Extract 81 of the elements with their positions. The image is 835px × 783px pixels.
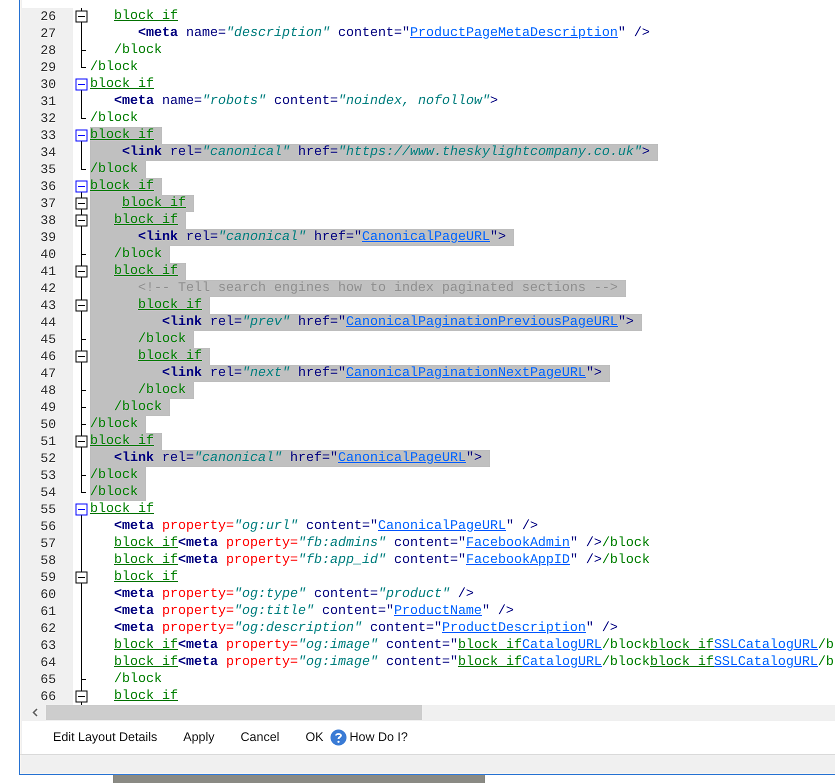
line-number: 36 xyxy=(40,178,56,196)
line-number: 61 xyxy=(40,602,56,621)
line-number: 30 xyxy=(40,76,56,94)
code-line: block if xyxy=(113,569,178,586)
line-number: 58 xyxy=(40,552,56,570)
line-number: 28 xyxy=(40,42,56,60)
line-number: 55 xyxy=(40,500,56,519)
collapse-box-icon[interactable] xyxy=(73,569,90,586)
collapse-box-icon[interactable] xyxy=(73,348,90,365)
line-number: 54 xyxy=(40,484,56,502)
code-line: block if<meta property="og:image" content="block ifCatalogURL/blockblock ifSSLCatalogURL/b xyxy=(113,654,834,671)
line-number: 50 xyxy=(40,416,56,434)
dialog-button[interactable]: Edit Layout Details xyxy=(53,728,158,747)
scrollbar-thumb[interactable] xyxy=(46,705,422,720)
line-number: 65 xyxy=(40,670,56,689)
line-number: 56 xyxy=(40,518,56,536)
line-number: 66 xyxy=(40,688,56,706)
collapse-box-icon[interactable] xyxy=(73,297,90,314)
dialog-button[interactable]: Cancel xyxy=(240,728,280,747)
code-line: /block xyxy=(90,59,138,76)
line-number: 35 xyxy=(40,160,56,179)
line-number: 43 xyxy=(40,296,56,315)
line-number: 63 xyxy=(40,636,56,655)
code-line: <meta property="og:url" content="CanonicalPageURL" /> xyxy=(113,518,538,535)
line-number: 64 xyxy=(40,654,56,672)
collapse-box-icon[interactable] xyxy=(73,212,90,229)
collapse-box-icon[interactable] xyxy=(73,501,90,518)
line-number: 49 xyxy=(40,398,56,417)
collapse-box-icon[interactable] xyxy=(73,433,90,450)
line-number: 51 xyxy=(40,432,56,451)
code-line: block if xyxy=(113,8,178,25)
code-line: /block xyxy=(113,671,162,688)
line-number: 38 xyxy=(40,212,56,230)
line-number: 27 xyxy=(40,24,56,43)
line-number: 59 xyxy=(40,568,56,587)
code-line: block if xyxy=(90,501,154,518)
code-line: block if<meta property="fb:admins" content="FacebookAdmin" />/block xyxy=(113,535,650,552)
code-line: <meta property="og:title" content="ProductName" /> xyxy=(113,603,514,620)
line-number: 31 xyxy=(40,92,56,111)
line-number: 52 xyxy=(40,450,56,468)
collapse-box-icon[interactable] xyxy=(73,688,90,705)
line-number: 37 xyxy=(40,194,56,213)
line-number: 39 xyxy=(40,228,56,247)
code-line: <meta property="og:description" content="ProductDescription" /> xyxy=(113,620,618,637)
collapse-box-icon[interactable] xyxy=(73,8,90,25)
dialog-button[interactable]: OK xyxy=(305,728,324,747)
line-number: 53 xyxy=(40,466,56,485)
code-line: <meta name="description" content="ProductPageMetaDescription" /> xyxy=(137,25,650,42)
collapse-box-icon[interactable] xyxy=(73,76,90,93)
code-line: block if xyxy=(90,76,154,93)
code-line: block if<meta property="og:image" content="block ifCatalogURL/blockblock ifSSLCatalogURL/b xyxy=(113,637,834,654)
code-line: <meta name="robots" content="noindex, nofollow"> xyxy=(113,93,498,110)
code-line: block if xyxy=(113,688,178,705)
line-number: 32 xyxy=(40,110,56,128)
line-number: 47 xyxy=(40,364,56,383)
collapse-box-icon[interactable] xyxy=(73,127,90,144)
line-number: 57 xyxy=(40,534,56,553)
line-number: 46 xyxy=(40,348,56,366)
collapse-box-icon[interactable] xyxy=(73,263,90,280)
line-number: 29 xyxy=(40,58,56,77)
line-number: 44 xyxy=(40,314,56,332)
collapse-box-icon[interactable] xyxy=(73,178,90,195)
line-number: 42 xyxy=(40,280,56,298)
dialog-button[interactable]: Apply xyxy=(183,728,215,747)
line-number: 62 xyxy=(40,620,56,638)
collapse-box-icon[interactable] xyxy=(73,195,90,212)
line-number: 34 xyxy=(40,144,56,162)
line-number: 40 xyxy=(40,246,56,264)
code-line: <meta property="og:type" content="product" /> xyxy=(113,586,474,603)
code-line: block if<meta property="fb:app_id" content="FacebookAppID" />/block xyxy=(113,552,650,569)
help-icon xyxy=(330,729,346,746)
how-do-i-button[interactable]: How Do I? xyxy=(330,728,408,747)
line-number: 60 xyxy=(40,586,56,604)
line-number: 48 xyxy=(40,382,56,400)
code-line: /block xyxy=(113,42,162,59)
line-number: 41 xyxy=(40,262,56,281)
line-number: 33 xyxy=(40,126,56,145)
code-line: /block xyxy=(90,110,138,127)
line-number: 26 xyxy=(40,8,56,26)
scroll-left-icon[interactable] xyxy=(32,708,38,718)
line-number: 45 xyxy=(40,330,56,349)
